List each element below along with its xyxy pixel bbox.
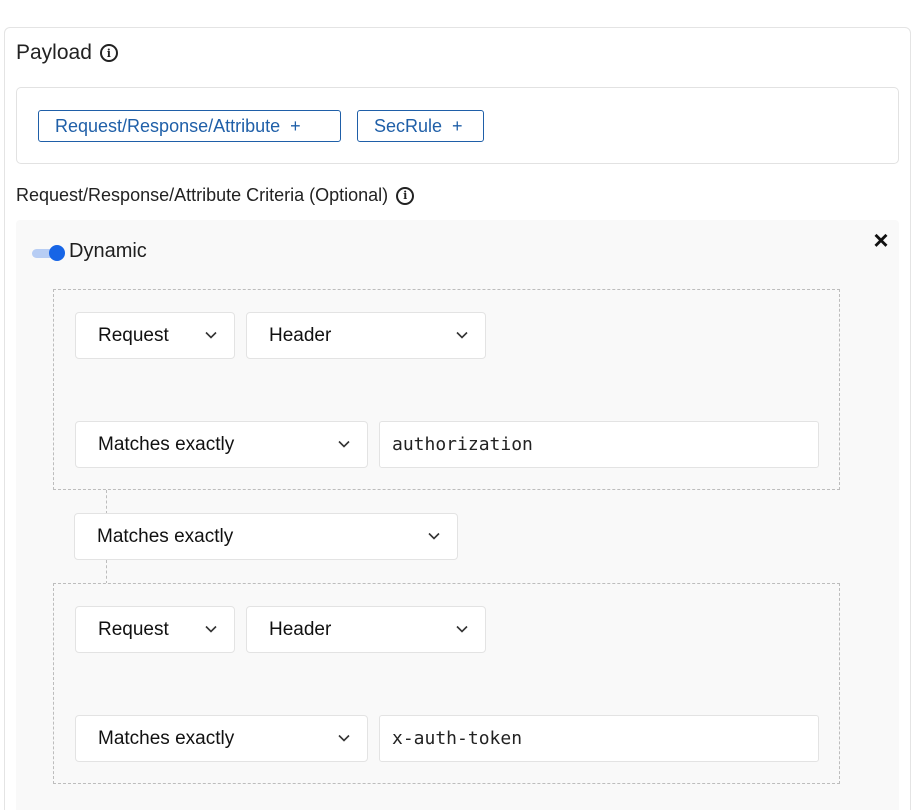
chevron-down-icon (205, 331, 217, 339)
payload-chip-container: Request/Response/Attribute + SecRule + (16, 87, 899, 164)
chevron-down-icon (428, 532, 440, 540)
join-operator-value: Matches exactly (97, 525, 234, 547)
payload-title-text: Payload (16, 41, 92, 64)
criteria-group-1: Request Header Matches exactly (53, 289, 840, 490)
operator-select-value: Matches exactly (98, 433, 235, 455)
plus-icon: + (290, 115, 301, 136)
info-icon[interactable]: i (396, 186, 415, 205)
chip-label: Request/Response/Attribute (55, 115, 281, 136)
field-select[interactable]: Header (246, 312, 486, 359)
source-select[interactable]: Request (75, 312, 235, 359)
payload-title: Payload i (16, 41, 118, 65)
operator-select-value: Matches exactly (98, 727, 235, 749)
field-select-value: Header (269, 618, 332, 640)
operator-select[interactable]: Matches exactly (75, 715, 368, 762)
criteria-title: Request/Response/Attribute Criteria (Opt… (16, 185, 415, 206)
chip-label: SecRule (374, 115, 443, 136)
criteria-group-2: Request Header Matches exactly (53, 583, 840, 784)
close-icon[interactable]: × (869, 227, 893, 253)
criteria-title-text: Request/Response/Attribute Criteria (Opt… (16, 185, 389, 205)
operator-select[interactable]: Matches exactly (75, 421, 368, 468)
add-secrule-button[interactable]: SecRule + (357, 110, 484, 142)
field-select[interactable]: Header (246, 606, 486, 653)
info-icon[interactable]: i (99, 44, 118, 62)
header-name-input[interactable] (379, 715, 819, 762)
source-select[interactable]: Request (75, 606, 235, 653)
join-operator-select[interactable]: Matches exactly (74, 513, 458, 560)
header-name-input[interactable] (379, 421, 819, 468)
chevron-down-icon (456, 625, 468, 633)
dynamic-toggle[interactable] (32, 245, 66, 261)
field-select-value: Header (269, 324, 332, 346)
chevron-down-icon (205, 625, 217, 633)
dynamic-toggle-label: Dynamic (69, 240, 147, 262)
plus-icon: + (452, 115, 463, 136)
add-request-response-attribute-button[interactable]: Request/Response/Attribute + (38, 110, 341, 142)
chevron-down-icon (338, 440, 350, 448)
toggle-knob (49, 245, 65, 261)
chevron-down-icon (338, 734, 350, 742)
connector-line (106, 490, 107, 514)
source-select-value: Request (98, 618, 169, 640)
connector-line (106, 560, 107, 584)
source-select-value: Request (98, 324, 169, 346)
chevron-down-icon (456, 331, 468, 339)
